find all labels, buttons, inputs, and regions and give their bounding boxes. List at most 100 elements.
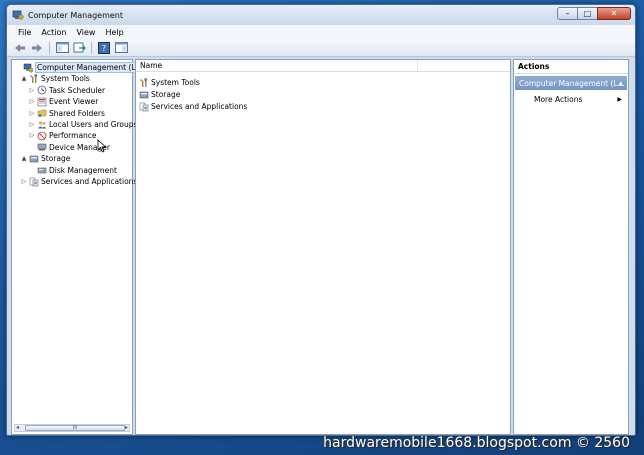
menu-view[interactable]: View: [71, 28, 100, 37]
storage-icon: [139, 91, 148, 98]
toolbar-separator: [91, 41, 92, 54]
mouse-cursor-icon: [97, 139, 107, 153]
collapse-caret-icon[interactable]: ▲: [618, 80, 623, 87]
tree-expander-icon[interactable]: ▲: [20, 75, 28, 82]
tree-item[interactable]: ▷ Local Users and Groups: [28, 119, 138, 130]
tree-item-label: Shared Folders: [49, 108, 105, 118]
tree-item-icon: [36, 142, 47, 152]
column-header-name[interactable]: Name: [136, 60, 418, 71]
menu-bar: File Action View Help: [7, 25, 635, 39]
forward-button[interactable]: [30, 41, 44, 54]
tree-item-icon: [28, 154, 39, 164]
list-item-icon: [138, 90, 149, 100]
more-actions-label: More Actions: [534, 94, 583, 104]
computer-management-icon: [12, 10, 24, 20]
event-viewer-icon: [37, 97, 46, 106]
column-header-label: Name: [140, 61, 163, 70]
list-item[interactable]: Services and Applications: [138, 101, 247, 112]
tree-item-label: Disk Management: [49, 165, 117, 175]
actions-title: Actions: [514, 60, 628, 74]
services-icon: [139, 102, 148, 111]
tree-item[interactable]: ▷ Services and Applications: [20, 176, 138, 187]
tree-horizontal-scrollbar[interactable]: ◂ III ▸: [14, 424, 130, 432]
menu-action[interactable]: Action: [36, 28, 71, 37]
window-controls: – □ ✕: [557, 7, 631, 20]
help-button[interactable]: ?: [97, 41, 111, 54]
shared-folder-icon: [37, 109, 46, 118]
tree-item[interactable]: Computer Management (Local: [14, 62, 153, 73]
list-item[interactable]: System Tools: [138, 77, 200, 88]
tree-item-icon: [36, 120, 47, 130]
tree-expander-icon[interactable]: ▷: [28, 87, 36, 94]
actions-section-header[interactable]: Computer Management (L... ▲: [515, 76, 627, 90]
more-actions-item[interactable]: More Actions ▶: [534, 93, 626, 105]
tree-expander-icon[interactable]: ▲: [20, 155, 28, 162]
minimize-button[interactable]: –: [557, 7, 577, 20]
tree-item[interactable]: Disk Management: [28, 165, 117, 176]
menu-file[interactable]: File: [13, 28, 36, 37]
help-icon: ?: [98, 41, 110, 54]
title-bar[interactable]: Computer Management – □ ✕: [7, 5, 635, 25]
tree-item-label: Local Users and Groups: [49, 120, 138, 129]
list-item-icon: [138, 102, 149, 112]
export-list-button[interactable]: [72, 41, 86, 54]
scroll-left-icon[interactable]: ◂: [16, 424, 19, 431]
tools-icon: [139, 77, 147, 87]
minimize-icon: –: [565, 8, 570, 18]
tree-item[interactable]: ▷ Performance: [28, 130, 97, 141]
tree-expander-icon[interactable]: ▷: [28, 121, 36, 128]
list-item[interactable]: Storage: [138, 89, 180, 100]
actions-section-label: Computer Management (L...: [519, 78, 625, 88]
tools-icon: [29, 73, 37, 83]
users-icon: [37, 120, 46, 128]
tree-item[interactable]: ▷ Shared Folders: [28, 108, 105, 119]
tree-item-label: System Tools: [41, 74, 90, 84]
list-item-label: Storage: [151, 90, 181, 99]
export-list-icon: [73, 42, 86, 53]
disk-icon: [37, 167, 46, 174]
tree-expander-icon[interactable]: ▷: [28, 110, 36, 117]
clock-icon: [37, 85, 46, 95]
svg-text:?: ?: [102, 44, 106, 53]
scrollbar-thumb[interactable]: III: [25, 425, 125, 431]
computer-icon: [23, 63, 33, 72]
tree-item[interactable]: ▲ System Tools: [20, 73, 90, 84]
tree-item-label: Performance: [49, 131, 97, 141]
list-item-icon: [138, 77, 149, 88]
results-pane: Name System Tools Storage Services and App…: [135, 59, 511, 435]
tree-expander-icon[interactable]: ▷: [28, 98, 36, 105]
tree-item[interactable]: ▲ Storage: [20, 153, 71, 164]
tree-item-icon: [36, 108, 47, 118]
window-title: Computer Management: [28, 10, 124, 20]
tree-item-icon: [28, 73, 39, 84]
maximize-button[interactable]: □: [577, 7, 597, 20]
back-button[interactable]: [13, 41, 27, 54]
tree-item[interactable]: ▷ Task Scheduler: [28, 85, 105, 96]
device-manager-icon: [37, 144, 46, 151]
list-item-label: Services and Applications: [151, 102, 248, 111]
actions-pane: Actions Computer Management (L... ▲ More…: [513, 59, 629, 435]
toolbar: ?: [7, 39, 635, 57]
tree-expander-icon[interactable]: ▷: [28, 132, 36, 139]
tree-item-label: Event Viewer: [49, 97, 99, 107]
tree-item-label: Storage: [41, 154, 71, 164]
close-icon: ✕: [610, 8, 618, 18]
show-hide-console-tree-button[interactable]: [55, 41, 69, 54]
close-button[interactable]: ✕: [597, 7, 631, 20]
tree-item-icon: [36, 97, 47, 107]
tree-item-label: Services and Applications: [41, 177, 138, 186]
tree-expander-icon[interactable]: ▷: [20, 178, 28, 185]
tree-item-icon: [36, 131, 47, 141]
list-item-label: System Tools: [151, 78, 200, 87]
show-hide-action-pane-button[interactable]: [114, 41, 128, 54]
toolbar-separator: [49, 41, 50, 54]
console-tree-icon: [55, 42, 69, 53]
watermark-text: hardwaremobile1668.blogspot.com © 2560: [323, 435, 630, 451]
tree-item[interactable]: ▷ Event Viewer: [28, 96, 99, 107]
services-icon: [29, 177, 38, 186]
computer-management-window: Computer Management – □ ✕ File Action Vi…: [6, 4, 636, 436]
tree-item-icon: [22, 63, 33, 73]
scroll-right-icon[interactable]: ▸: [125, 424, 128, 431]
main-content: ◂ III ▸ Computer Management (Local ▲ Syste…: [9, 59, 633, 435]
menu-help[interactable]: Help: [100, 28, 128, 37]
